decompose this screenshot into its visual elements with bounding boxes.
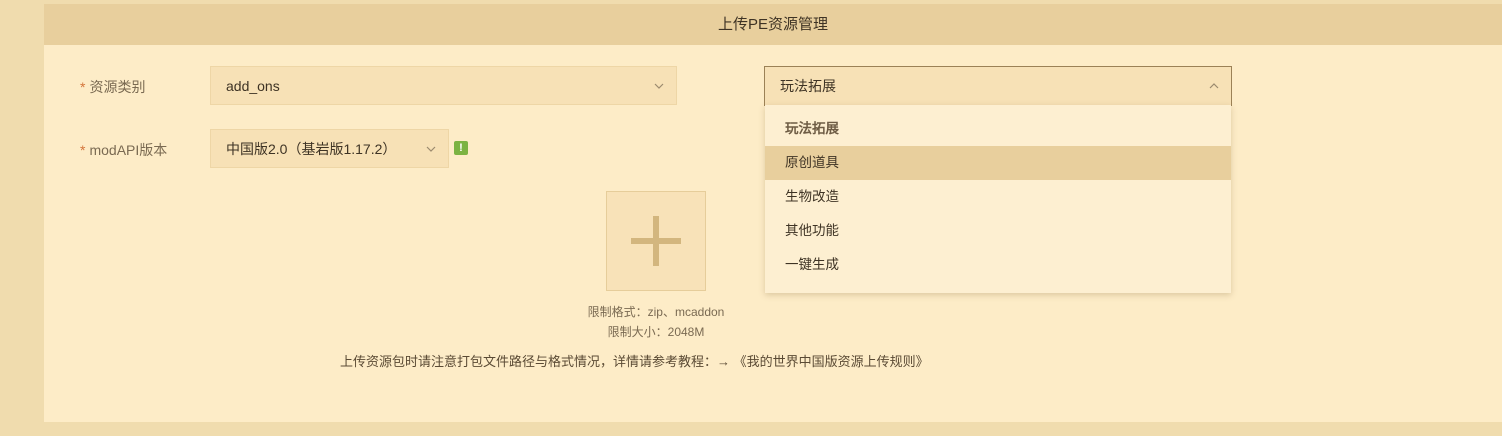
mod-api-select[interactable]: 中国版2.0（基岩版1.17.2） <box>210 129 449 168</box>
resource-type-select[interactable]: add_ons <box>210 66 677 105</box>
mod-api-label: * modAPI版本 <box>80 140 167 160</box>
upload-panel: 上传PE资源管理 * 资源类别 add_ons 玩法拓展 * modAPI版本 中国… <box>44 4 1502 422</box>
resource-type-value: add_ons <box>226 77 280 94</box>
page-title: 上传PE资源管理 <box>717 16 828 33</box>
sub-category-value: 玩法拓展 <box>780 78 836 94</box>
required-mark: * <box>80 79 86 95</box>
required-mark: * <box>80 142 86 158</box>
panel-header: 上传PE资源管理 <box>44 4 1502 45</box>
mod-api-label-text: modAPI版本 <box>89 142 168 158</box>
resource-type-label: * 资源类别 <box>80 77 145 97</box>
info-icon[interactable]: ! <box>454 141 468 155</box>
sub-category-select[interactable]: 玩法拓展 <box>764 66 1232 106</box>
plus-icon-vertical <box>653 216 659 266</box>
dropdown-option[interactable]: 一键生成 <box>765 248 1231 282</box>
mod-api-value: 中国版2.0（基岩版1.17.2） <box>226 140 397 157</box>
upload-button[interactable] <box>606 191 706 291</box>
chevron-down-icon <box>654 83 664 89</box>
dropdown-option[interactable]: 原创道具 <box>765 146 1231 180</box>
format-hint: 限制格式：zip、mcaddon <box>587 305 725 319</box>
size-hint: 限制大小：2048M <box>607 325 705 339</box>
chevron-up-icon <box>1209 83 1219 89</box>
dropdown-option[interactable]: 生物改造 <box>765 180 1231 214</box>
sub-category-dropdown: 玩法拓展 原创道具 生物改造 其他功能 一键生成 <box>765 105 1231 293</box>
rules-link[interactable]: 《我的世界中国版资源上传规则》 <box>734 354 929 369</box>
resource-type-label-text: 资源类别 <box>89 79 146 95</box>
upload-note-text: 上传资源包时请注意打包文件路径与格式情况，详情请参考教程：→ <box>340 354 731 369</box>
chevron-down-icon <box>426 146 436 152</box>
upload-note: 上传资源包时请注意打包文件路径与格式情况，详情请参考教程：→ 《我的世界中国版资… <box>340 351 980 370</box>
dropdown-option[interactable]: 其他功能 <box>765 214 1231 248</box>
dropdown-option[interactable]: 玩法拓展 <box>765 112 1231 146</box>
